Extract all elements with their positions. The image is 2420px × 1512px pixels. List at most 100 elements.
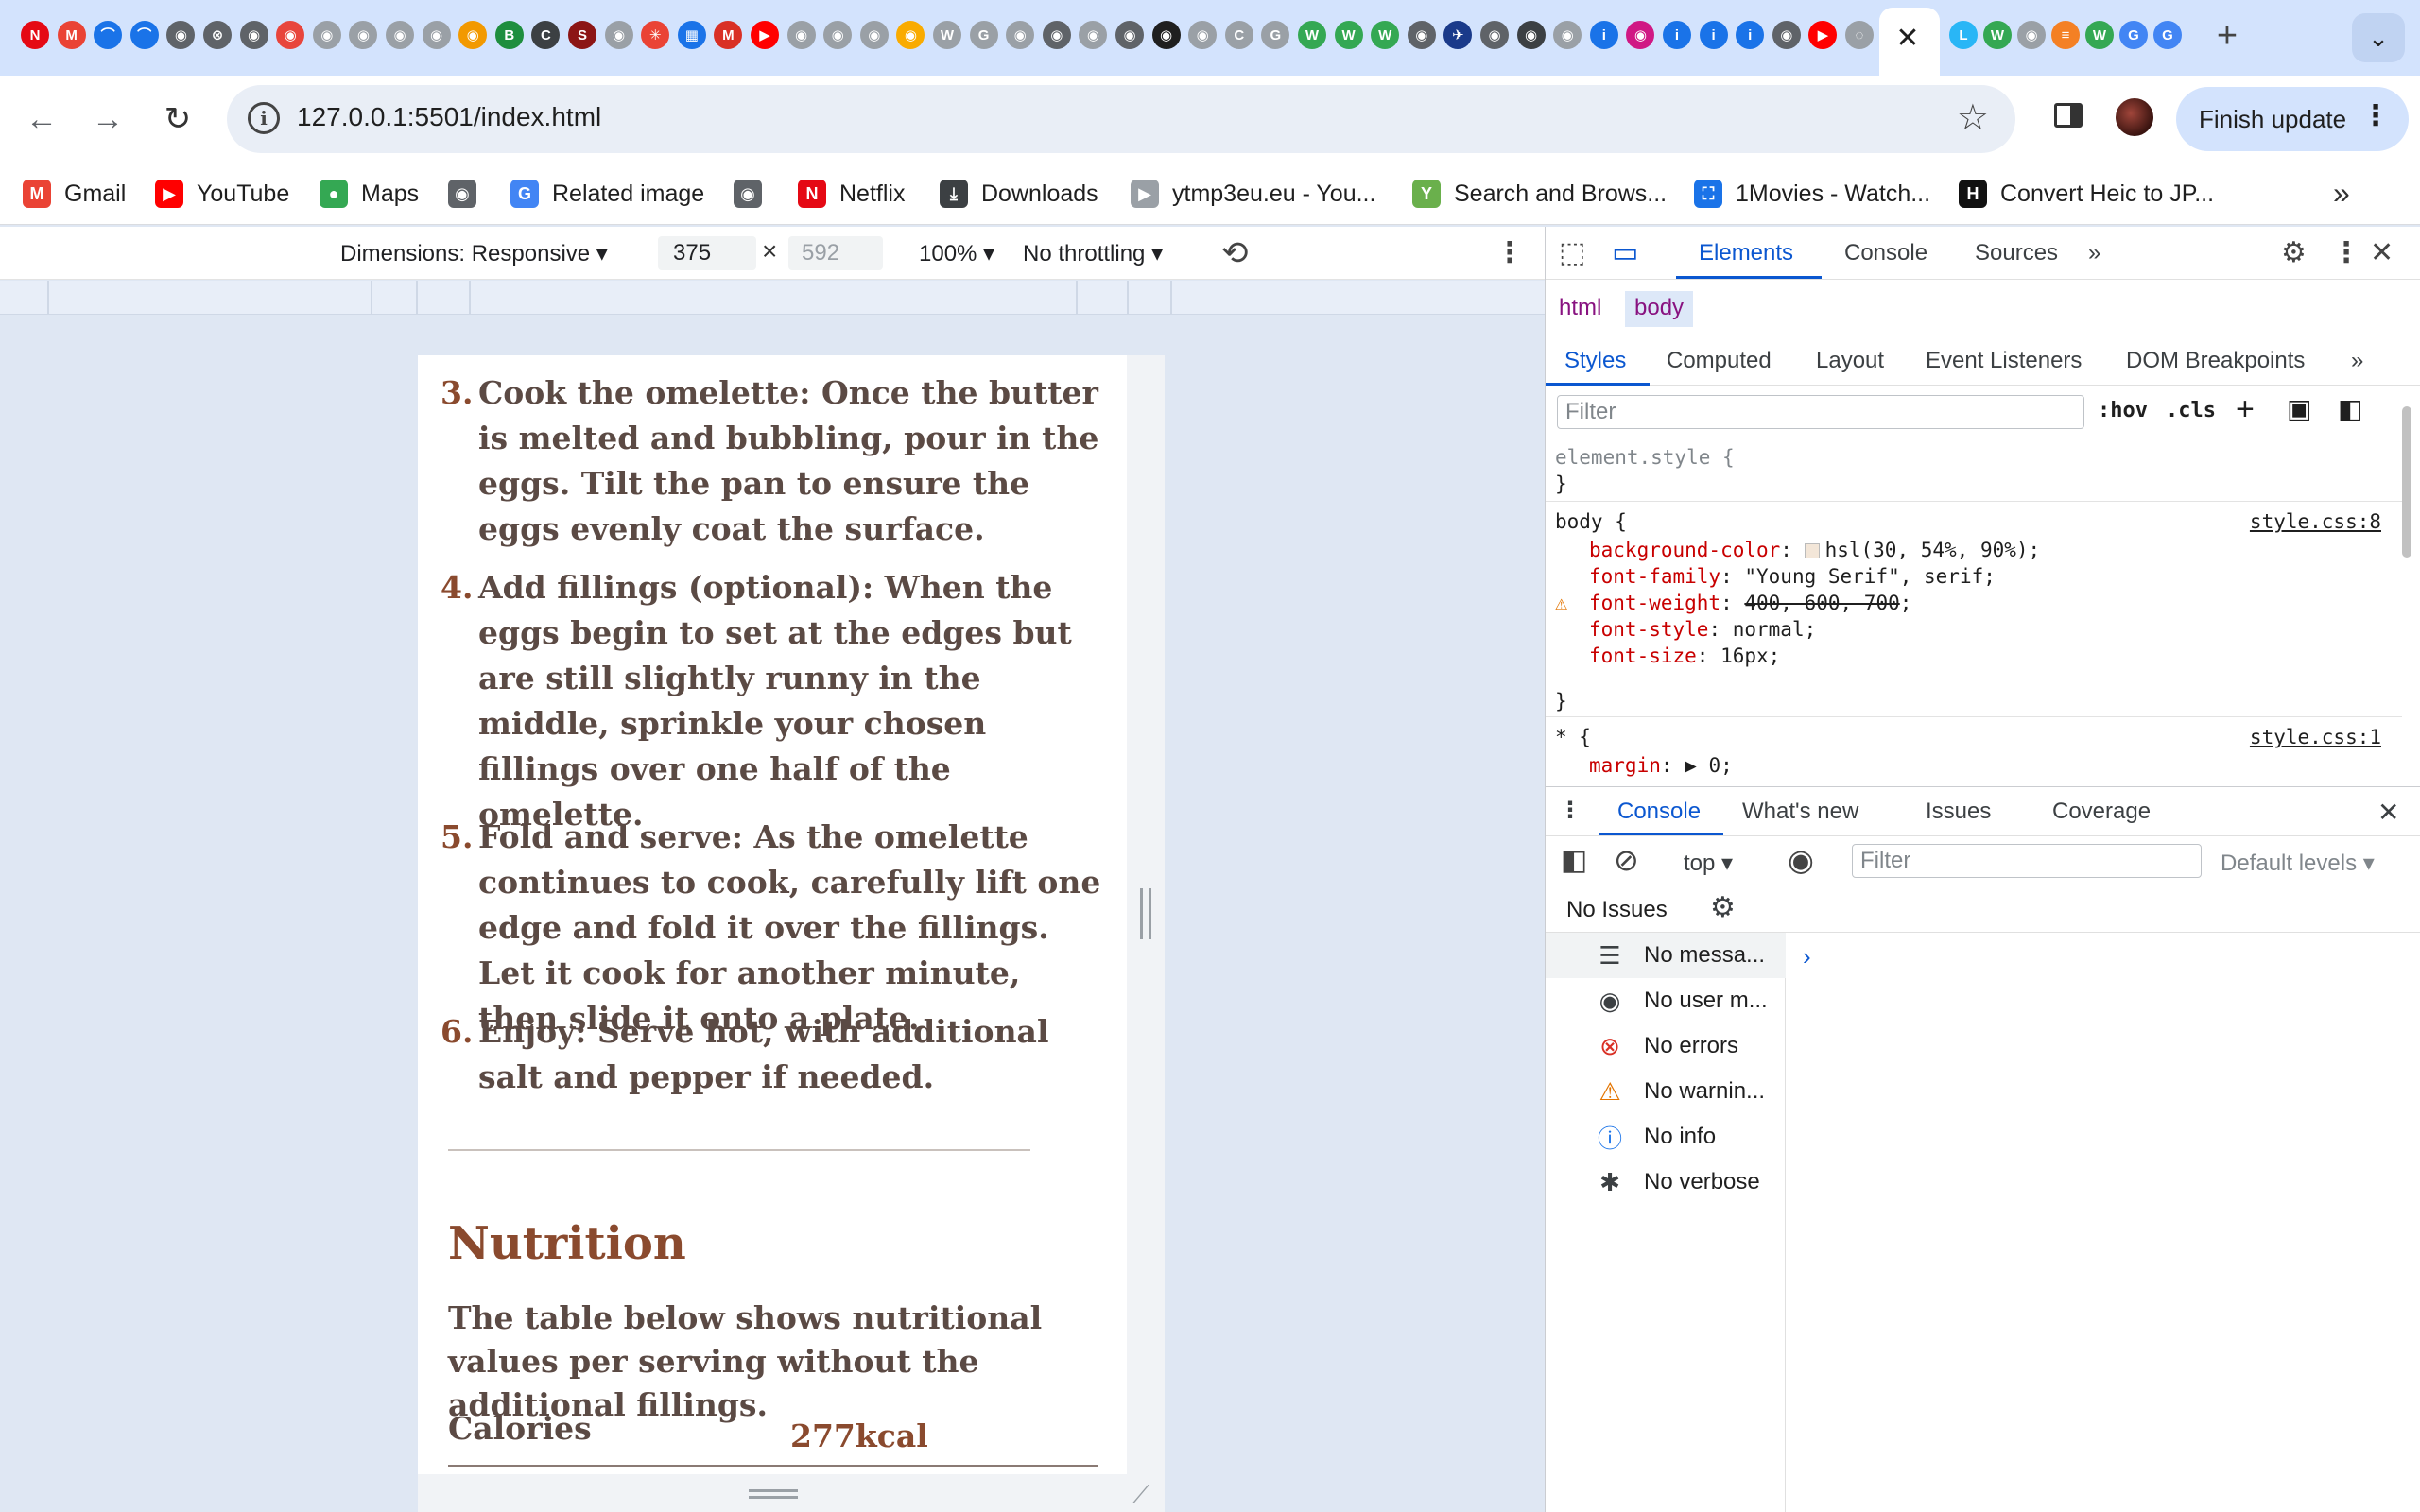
bookmark-item[interactable]: ◉ — [448, 176, 490, 212]
globe-icon[interactable]: ◉ — [1115, 21, 1144, 49]
globe-icon[interactable]: ◉ — [1407, 21, 1436, 49]
css-declaration[interactable]: font-weight: 400, 600, 700; — [1589, 592, 1911, 614]
w-icon[interactable]: W — [1298, 21, 1326, 49]
issues-settings-gear-icon[interactable]: ⚙ — [1710, 891, 1736, 924]
css-property-name[interactable]: font-family — [1589, 565, 1720, 588]
globe-icon[interactable]: ◉ — [1626, 21, 1655, 49]
context-select[interactable]: top ▾ — [1684, 850, 1733, 877]
globe-icon[interactable]: ◉ — [276, 21, 305, 49]
css-property-value[interactable]: normal; — [1733, 618, 1817, 641]
globe-icon[interactable]: ◉ — [312, 21, 341, 49]
css-declaration[interactable]: font-family: "Young Serif", serif; — [1589, 565, 1996, 588]
css-property-name[interactable]: margin — [1589, 754, 1661, 777]
globe-icon[interactable]: G — [969, 21, 998, 49]
globe-icon[interactable]: ◉ — [823, 21, 853, 49]
css-property-name[interactable]: font-size — [1589, 644, 1697, 667]
finish-update-button[interactable]: Finish update ⋮ — [2176, 87, 2409, 151]
device-toggle-icon[interactable]: ▭ — [1612, 236, 1638, 269]
globe-icon[interactable]: ◉ — [1079, 21, 1108, 49]
resize-handle-right[interactable] — [1127, 355, 1165, 1474]
height-input[interactable]: 592 — [788, 236, 883, 270]
universal-selector[interactable]: * { — [1555, 726, 1591, 748]
css-property-value[interactable]: ▶ 0; — [1685, 754, 1733, 777]
globe-icon[interactable]: ◉ — [1006, 21, 1035, 49]
device-menu-icon[interactable]: ⋮ — [1495, 236, 1524, 269]
drawer-menu-icon[interactable]: ⋮ — [1559, 797, 1582, 824]
chrome-menu-icon[interactable]: ⋮ — [2361, 102, 2390, 130]
bookmark-item[interactable]: Y Search and Brows... — [1412, 176, 1667, 212]
color-swatch[interactable] — [1804, 543, 1820, 558]
avatar[interactable] — [2116, 98, 2153, 136]
console-filter-item[interactable]: ⊗ No errors — [1546, 1023, 1786, 1069]
globe-icon[interactable]: ◉ — [239, 21, 268, 49]
w-icon[interactable]: W — [2085, 21, 2114, 49]
w-icon[interactable]: W — [1983, 21, 2012, 49]
globe-icon[interactable]: W — [933, 21, 961, 49]
address-bar[interactable]: i 127.0.0.1:5501/index.html ☆ — [227, 85, 2015, 153]
globe-icon[interactable]: ◉ — [1516, 21, 1546, 49]
globe-icon[interactable]: ◉ — [2017, 21, 2046, 49]
tab-elements[interactable]: Elements — [1699, 240, 1793, 266]
globe-icon[interactable]: ◉ — [1188, 21, 1218, 49]
css-property-value[interactable]: "Young Serif", serif; — [1744, 565, 1996, 588]
info-icon[interactable]: i — [1663, 21, 1691, 49]
tab-layout[interactable]: Layout — [1816, 348, 1884, 374]
console-sidebar-icon[interactable]: ◧ — [1561, 844, 1587, 877]
paint-brush-icon[interactable]: ▣ — [2287, 393, 2311, 424]
sidebar-toggle-icon[interactable]: ◧ — [2338, 393, 2362, 424]
live-expression-eye-icon[interactable]: ◉ — [1788, 842, 1814, 878]
bookmark-item[interactable]: N Netflix — [798, 176, 905, 212]
stanford-icon[interactable]: S — [568, 21, 596, 49]
css-declaration[interactable]: font-style: normal; — [1589, 618, 1816, 641]
globe-icon[interactable]: ◉ — [166, 21, 196, 49]
bookmark-item[interactable]: H Convert Heic to JP... — [1959, 176, 2214, 212]
inspect-element-icon[interactable]: ⬚ — [1559, 236, 1585, 269]
resize-corner-icon[interactable]: ⟋ — [1132, 1480, 1150, 1510]
site-info-icon[interactable]: i — [248, 102, 280, 134]
globe-icon[interactable]: C — [1224, 21, 1253, 49]
bookmark-star-icon[interactable]: ☆ — [1957, 96, 1989, 139]
globe-icon[interactable]: ◉ — [896, 21, 925, 49]
globe-icon[interactable]: ◉ — [1772, 21, 1801, 49]
forward-button[interactable]: → — [85, 96, 130, 142]
stackoverflow-icon[interactable]: ≡ — [2051, 21, 2080, 49]
css-property-name[interactable]: font-weight — [1589, 592, 1720, 614]
css-property-name[interactable]: background-color — [1589, 539, 1780, 561]
globe-icon[interactable]: ▦ — [677, 21, 706, 49]
close-drawer-icon[interactable]: ✕ — [2377, 797, 2399, 828]
orange-icon[interactable]: ◉ — [458, 21, 488, 49]
globe-icon[interactable]: ◉ — [1480, 21, 1509, 49]
console-filter-item[interactable]: ⓘ No info — [1546, 1114, 1786, 1160]
media-query-ruler[interactable] — [0, 281, 1545, 315]
close-devtools-icon[interactable]: ✕ — [2370, 236, 2394, 269]
log-levels-select[interactable]: Default levels ▾ — [2221, 850, 2375, 877]
tab-styles[interactable]: Styles — [1564, 348, 1626, 374]
drawer-tab-coverage[interactable]: Coverage — [2052, 799, 2151, 825]
globe-icon[interactable]: ◉ — [1042, 21, 1071, 49]
globe-icon[interactable]: ✳ — [641, 21, 670, 49]
globe-icon[interactable]: ◉ — [859, 21, 889, 49]
styles-filter-input[interactable]: Filter — [1557, 395, 2084, 429]
lucid-icon[interactable]: L — [1949, 21, 1978, 49]
netflix-icon[interactable]: N — [21, 21, 49, 49]
console-filter-input[interactable]: Filter — [1852, 844, 2202, 878]
youtube-icon[interactable]: ▶ — [751, 21, 779, 49]
bookmark-item[interactable]: ▶ ytmp3eu.eu - You... — [1131, 176, 1375, 212]
more-tabs-icon[interactable]: » — [2088, 240, 2100, 266]
bookmark-item[interactable]: ● Maps — [320, 176, 419, 212]
css-property-value[interactable]: hsl(30, 54%, 90%); — [1825, 539, 2041, 561]
w-icon[interactable]: W — [1334, 21, 1363, 49]
github-icon[interactable]: ◉ — [1151, 21, 1181, 49]
globe-icon[interactable]: ◉ — [386, 21, 414, 49]
back-button[interactable]: ← — [19, 96, 64, 142]
more-subtabs-icon[interactable]: » — [2351, 348, 2363, 374]
globe-icon[interactable]: ◉ — [604, 21, 633, 49]
css-declaration[interactable]: background-color: hsl(30, 54%, 90%); — [1589, 539, 2040, 561]
styles-scrollbar[interactable] — [2400, 387, 2415, 765]
globe-icon[interactable]: ◉ — [786, 21, 816, 49]
globe-icon[interactable]: ◉ — [349, 21, 378, 49]
url-text[interactable]: 127.0.0.1:5501/index.html — [297, 102, 601, 132]
drawer-tab-console[interactable]: Console — [1617, 799, 1701, 825]
css-property-value[interactable]: 16px; — [1720, 644, 1780, 667]
gmail-icon[interactable]: M — [57, 21, 86, 49]
